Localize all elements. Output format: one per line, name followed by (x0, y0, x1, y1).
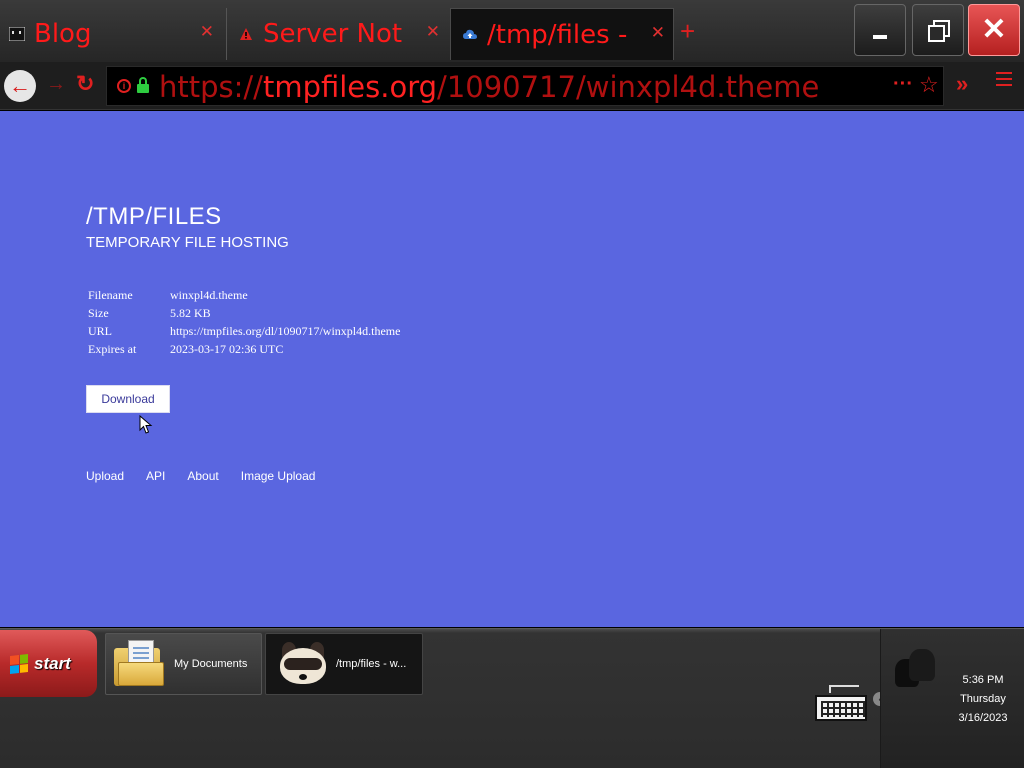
mouse-cursor-icon (139, 415, 153, 434)
close-tab-icon[interactable]: ✕ (200, 22, 214, 42)
page-actions-icon[interactable]: ··· (893, 73, 913, 96)
clock-date: 3/16/2023 (958, 712, 1008, 724)
footer-links: Upload API About Image Upload (86, 469, 315, 483)
file-info-table: Filename winxpl4d.theme Size 5.82 KB URL… (86, 286, 402, 358)
back-button[interactable]: ← (4, 70, 36, 102)
page-content: /TMP/FILES TEMPORARY FILE HOSTING Filena… (0, 111, 1024, 627)
taskbar-item-my-documents[interactable]: My Documents (105, 633, 262, 695)
close-tab-icon[interactable]: ✕ (426, 22, 440, 42)
file-info-row: Size 5.82 KB (86, 304, 402, 322)
footer-link-image-upload[interactable]: Image Upload (241, 469, 316, 483)
url-host: tmpfiles.org (262, 70, 438, 104)
info-icon[interactable]: i (117, 79, 131, 93)
file-info-key: URL (88, 323, 112, 338)
toolbar-overflow-icon[interactable]: » (956, 71, 968, 97)
users-icon[interactable] (893, 649, 943, 689)
start-label: start (34, 653, 71, 673)
site-subtitle: TEMPORARY FILE HOSTING (86, 234, 289, 251)
file-info-key: Size (88, 305, 109, 320)
tab-server-not-found[interactable]: Server Not ✕ (226, 8, 448, 60)
file-info-value: 2023-03-17 02:36 UTC (170, 341, 284, 356)
tab-title: /tmp/files - (487, 19, 628, 50)
forward-button[interactable]: → (46, 73, 66, 96)
hamburger-menu-icon[interactable] (996, 72, 1012, 86)
file-info-value: winxpl4d.theme (170, 287, 248, 302)
terminal-icon (8, 25, 26, 43)
taskbar-item-browser[interactable]: /tmp/files - w... (265, 633, 423, 695)
restore-icon (928, 20, 950, 42)
navigation-toolbar: ← → ↻ i https://tmpfiles.org/1090717/win… (0, 62, 1024, 110)
back-arrow-icon: ← (9, 73, 31, 98)
taskbar: start My Documents /tmp/files - w... ‹ 5… (0, 628, 1024, 768)
cloud-upload-icon (461, 26, 479, 44)
lock-icon[interactable] (137, 77, 149, 95)
warning-icon (237, 25, 255, 43)
tab-title: Blog (34, 19, 92, 49)
minimize-button[interactable] (854, 4, 906, 56)
download-button[interactable]: Download (86, 385, 170, 413)
tab-strip: Blog ✕ Server Not ✕ /tmp/files - ✕ + ✕ (0, 0, 1024, 62)
footer-link-api[interactable]: API (146, 469, 165, 483)
close-window-button[interactable]: ✕ (968, 4, 1020, 56)
tab-title: Server Not (263, 19, 403, 49)
reload-button[interactable]: ↻ (76, 71, 94, 97)
close-icon: ✕ (981, 13, 1007, 46)
bookmark-star-icon[interactable]: ☆ (919, 72, 939, 98)
close-tab-icon[interactable]: ✕ (651, 23, 665, 43)
windows-flag-icon (10, 653, 28, 674)
system-tray: 5:36 PM Thursday 3/16/2023 (880, 629, 1024, 768)
taskbar-item-label: /tmp/files - w... (336, 658, 407, 670)
file-info-key: Expires at (88, 341, 137, 356)
file-info-row: Expires at 2023-03-17 02:36 UTC (86, 340, 402, 358)
footer-link-about[interactable]: About (187, 469, 218, 483)
address-bar[interactable]: i https://tmpfiles.org/1090717/winxpl4d.… (106, 66, 944, 106)
url-path: /1090717/winxpl4d.theme (437, 70, 820, 104)
file-info-row: URL https://tmpfiles.org/dl/1090717/winx… (86, 322, 402, 340)
clock-day: Thursday (960, 693, 1006, 705)
start-button[interactable]: start (0, 630, 97, 697)
minimize-icon (873, 35, 887, 39)
file-info-row: Filename winxpl4d.theme (86, 286, 402, 304)
url-scheme: https:// (159, 70, 263, 104)
site-title: /TMP/FILES (86, 203, 222, 230)
tab-blog[interactable]: Blog ✕ (0, 8, 222, 60)
new-tab-button[interactable]: + (680, 18, 695, 44)
footer-link-upload[interactable]: Upload (86, 469, 124, 483)
keyboard-icon[interactable] (815, 685, 867, 721)
clock[interactable]: 5:36 PM Thursday 3/16/2023 (943, 671, 1023, 728)
raccoon-icon (276, 640, 328, 688)
folder-icon (114, 640, 166, 688)
taskbar-item-label: My Documents (174, 658, 248, 670)
url-text[interactable]: https://tmpfiles.org/1090717/winxpl4d.th… (159, 69, 819, 105)
file-info-value: https://tmpfiles.org/dl/1090717/winxpl4d… (170, 323, 401, 338)
file-info-value: 5.82 KB (170, 305, 211, 320)
tab-tmp-files[interactable]: /tmp/files - ✕ (450, 8, 674, 60)
clock-time: 5:36 PM (962, 674, 1004, 686)
restore-button[interactable] (912, 4, 964, 56)
file-info-key: Filename (88, 287, 133, 302)
